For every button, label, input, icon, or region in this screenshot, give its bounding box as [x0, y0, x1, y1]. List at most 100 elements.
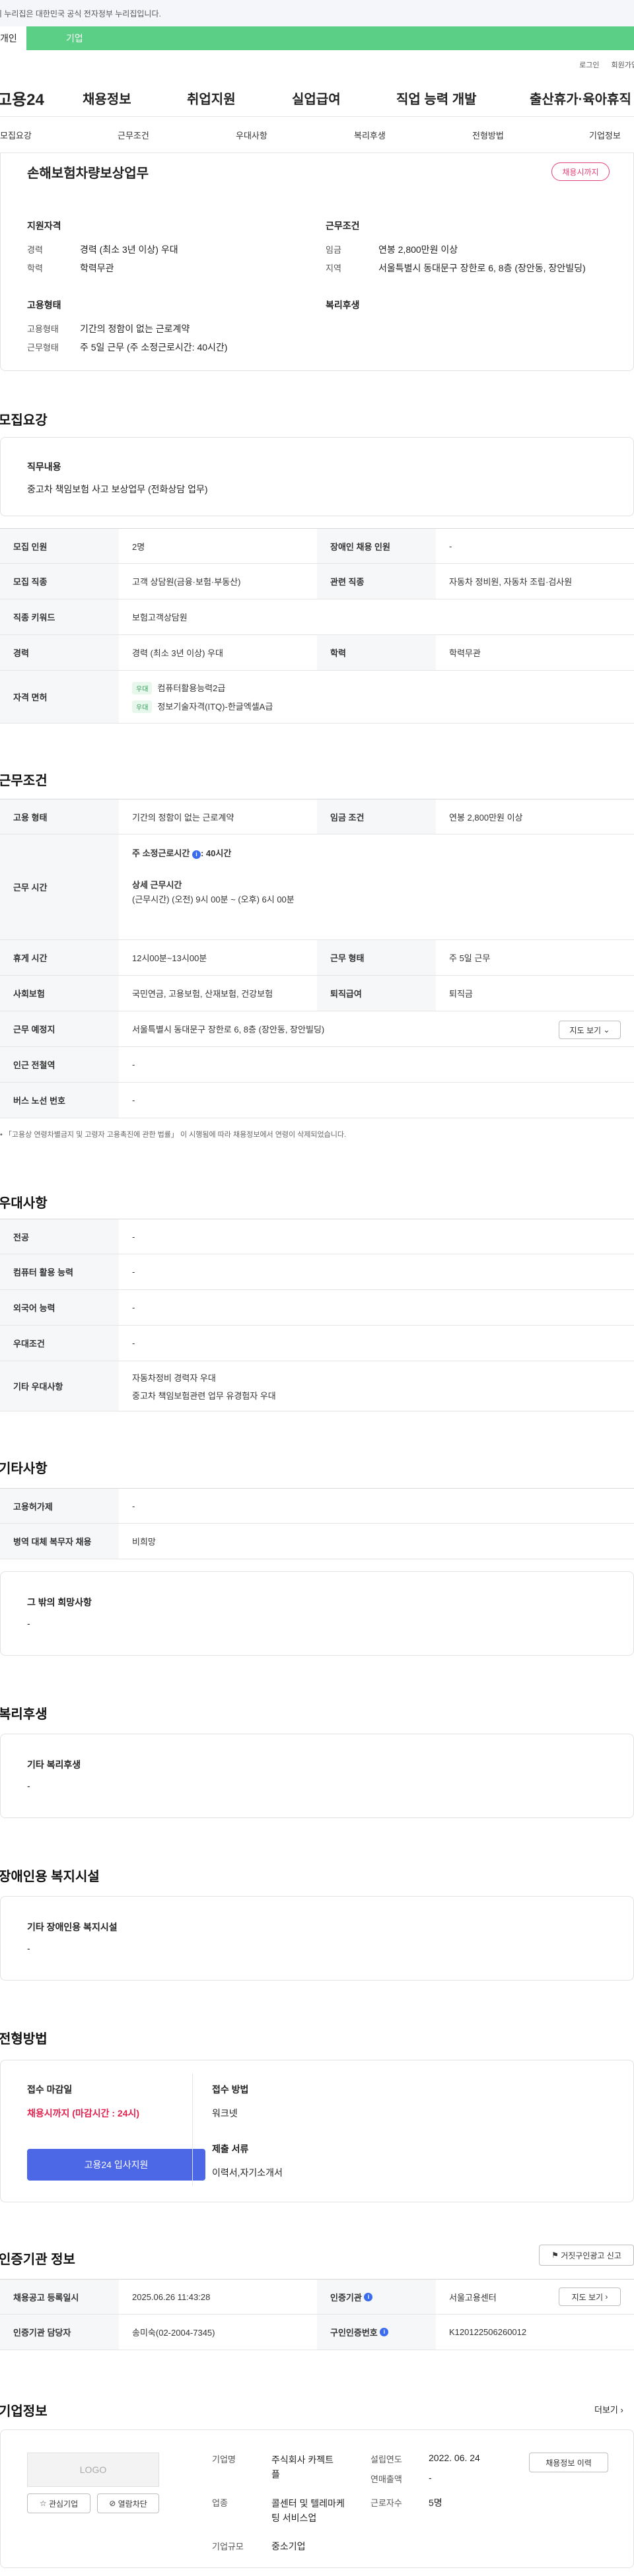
duty-label: 직무내용: [27, 461, 61, 472]
job-title: 손해보험차량보상업무: [27, 166, 149, 181]
worktype-label: 근무형태: [27, 343, 59, 353]
tab-company[interactable]: 기업: [26, 26, 145, 50]
site-logo[interactable]: 고용24: [0, 86, 70, 110]
w-worktype-value: 주 5일 근무: [449, 953, 491, 963]
hours-weekly-label: 주 소정근로시간: [132, 848, 190, 858]
company-card: LOGO ☆ 관심기업 ⊘ 열람차단 기업명 주식회사 카젝트 플 업종 콜센터…: [0, 2429, 634, 2568]
recruit-row-keyword: 직종 키워드 보험고객상담원: [0, 599, 634, 635]
gnb-menu-benefit[interactable]: 실업급여: [292, 88, 341, 108]
anchor-process[interactable]: 전형방법: [472, 129, 504, 141]
method-label: 접수 방법: [212, 2084, 249, 2095]
anchor-recruit[interactable]: 모집요강: [0, 129, 32, 141]
pref-row-major: 전공 -: [0, 1219, 634, 1254]
size-label: 기업규모: [212, 2542, 244, 2552]
w-wage-value: 연봉 2,800만원 이상: [449, 812, 523, 823]
block-button[interactable]: ⊘ 열람차단: [97, 2493, 159, 2513]
biz-value: 콜센터 및 텔레마케팅 서비스업: [271, 2498, 345, 2523]
work-row-bus: 버스 노선 번호 -: [0, 1083, 634, 1118]
apply-button[interactable]: 고용24 입사지원: [27, 2149, 205, 2181]
deadline-label: 접수 마감일: [27, 2084, 73, 2095]
work-row-place: 근무 예정지 서울특별시 동대문구 장한로 6, 8층 (장안동, 장안빌딩): [0, 1011, 634, 1047]
anchor-pref[interactable]: 우대사항: [236, 129, 267, 141]
w-wage-label: 임금 조건: [317, 799, 436, 834]
emp-value: 5명: [429, 2497, 442, 2508]
biz-label: 업종: [212, 2498, 228, 2508]
subway-value: -: [132, 1060, 135, 1069]
pref-row-cond: 우대조건 -: [0, 1326, 634, 1361]
anchor-welfare[interactable]: 복리후생: [354, 129, 386, 141]
place-text: 서울특별시 동대문구 장한로 6, 8층 (장안동, 장안빌딩): [132, 1025, 325, 1034]
info-icon[interactable]: i: [380, 2328, 389, 2336]
company-logo: LOGO: [27, 2453, 159, 2487]
report-icon: ⚑: [551, 2251, 559, 2260]
edu-label: 학력: [27, 263, 43, 273]
gnb-menu-support[interactable]: 취업지원: [187, 88, 236, 108]
welfare-label: 기타 복리후생: [27, 1759, 81, 1770]
wish-label: 그 밖의 희망사항: [27, 1597, 92, 1608]
divider: [192, 2074, 193, 2186]
work-row-insurance: 사회보험 국민연금, 고용보험, 산재보험, 건강보험 퇴직급여 퇴직금: [0, 976, 634, 1011]
recruit-title: 모집요강: [0, 413, 48, 428]
chevron-down-icon: ⌄: [603, 1025, 610, 1034]
process-title: 전형방법: [0, 2032, 48, 2047]
other-row-military: 병역 대체 복무자 채용 비희망: [0, 1524, 634, 1559]
anchor-company[interactable]: 기업정보: [589, 129, 621, 141]
emptype-label: 고용형태: [27, 324, 59, 334]
work-row-hours: 근무 시간 주 소정근로시간 i: 40시간 상세 근무시간 (근무시간) (오…: [0, 834, 634, 940]
region-value: 서울특별시 동대문구 장한로 6, 8층 (장안동, 장안빌딩): [378, 263, 586, 273]
sales-label: 연매출액: [370, 2474, 402, 2484]
gnb-menu-jobs[interactable]: 채용정보: [83, 88, 131, 108]
disabled-fac-card: 기타 장애인용 복지시설 -: [0, 1896, 634, 1981]
keyword-value: 보험고객상담원: [132, 613, 188, 623]
signup-link[interactable]: 회원가입: [612, 59, 634, 70]
gnb-menu-leave[interactable]: 출산휴가·육아휴직: [530, 88, 631, 108]
rest-value: 12시00분~13시00분: [132, 953, 207, 963]
related-value: 자동차 정비원, 자동차 조립·검사원: [449, 577, 573, 587]
report-button[interactable]: ⚑ 거짓구인광고 신고: [539, 2245, 634, 2266]
other-title: 기타사항: [0, 1462, 48, 1476]
pcond-label: 우대조건: [0, 1326, 119, 1361]
wish-card: 그 밖의 희망사항 -: [0, 1571, 634, 1656]
org-map-button[interactable]: 지도 보기 ›: [559, 2288, 621, 2306]
wage-label: 임금: [326, 245, 341, 255]
wish-value: -: [27, 1618, 30, 1629]
age-note-text: 「고용상 연령차별금지 및 고령자 고용촉진에 관한 법률」 이 시행됨에 따라…: [4, 1131, 347, 1139]
pc-value: -: [132, 1267, 135, 1277]
cert-row-2: 인증기관 담당자 송미숙(02-2004-7345) 구인인증번호 i K120…: [0, 2315, 634, 2350]
login-link[interactable]: 로그인: [579, 59, 599, 70]
history-button[interactable]: 채용정보 이력: [529, 2453, 608, 2472]
company-more-link[interactable]: 더보기 ›: [594, 2403, 623, 2416]
status-badge: 채용시까지: [551, 162, 610, 181]
certno-label: 구인인증번호 i: [317, 2315, 436, 2350]
emptype-heading: 고용형태: [27, 300, 61, 310]
cert-tag: 우대: [132, 681, 153, 695]
redu-value: 학력무관: [449, 648, 481, 658]
disabled-fac-value: -: [27, 1943, 30, 1953]
info-icon[interactable]: i: [192, 850, 201, 859]
tab-personal[interactable]: 개인: [0, 26, 26, 50]
welfare-card: 기타 복리후생 -: [0, 1734, 634, 1818]
block-icon: ⊘: [109, 2499, 116, 2508]
exp-label: 경력: [27, 245, 43, 255]
hours-detail: (근무시간) (오전) 9시 00분 ~ (오후) 6시 00분: [132, 895, 295, 904]
major-value: -: [132, 1231, 135, 1242]
hours-weekly-value: : 40시간: [200, 848, 232, 858]
manager-value: 송미숙(02-2004-7345): [132, 2328, 215, 2338]
welfare-value: -: [27, 1780, 30, 1791]
anchor-work[interactable]: 근무조건: [118, 129, 149, 141]
bus-label: 버스 노선 번호: [0, 1083, 119, 1118]
subway-label: 인근 전철역: [0, 1047, 119, 1082]
gnb-menu-training[interactable]: 직업 능력 개발: [396, 88, 477, 108]
job-summary-card: 손해보험차량보상업무 채용시까지 지원자격 경력 경력 (최소 3년 이상) 우…: [0, 153, 634, 371]
est-value: 2022. 06. 24: [429, 2453, 480, 2463]
w-worktype-label: 근무 형태: [317, 940, 436, 975]
company-title: 기업정보: [0, 2404, 48, 2419]
fav-button[interactable]: ☆ 관심기업: [27, 2493, 90, 2513]
place-label: 근무 예정지: [0, 1011, 119, 1046]
edu-value: 학력무관: [80, 263, 114, 273]
cert-name: 정보기술자격(ITQ)-한글엑셀A급: [157, 701, 273, 712]
map-button[interactable]: 지도 보기 ⌄: [559, 1021, 621, 1039]
info-icon[interactable]: i: [364, 2292, 373, 2301]
petc-value-1: 자동차정비 경력자 우대: [132, 1373, 216, 1383]
lang-value: -: [132, 1303, 135, 1312]
